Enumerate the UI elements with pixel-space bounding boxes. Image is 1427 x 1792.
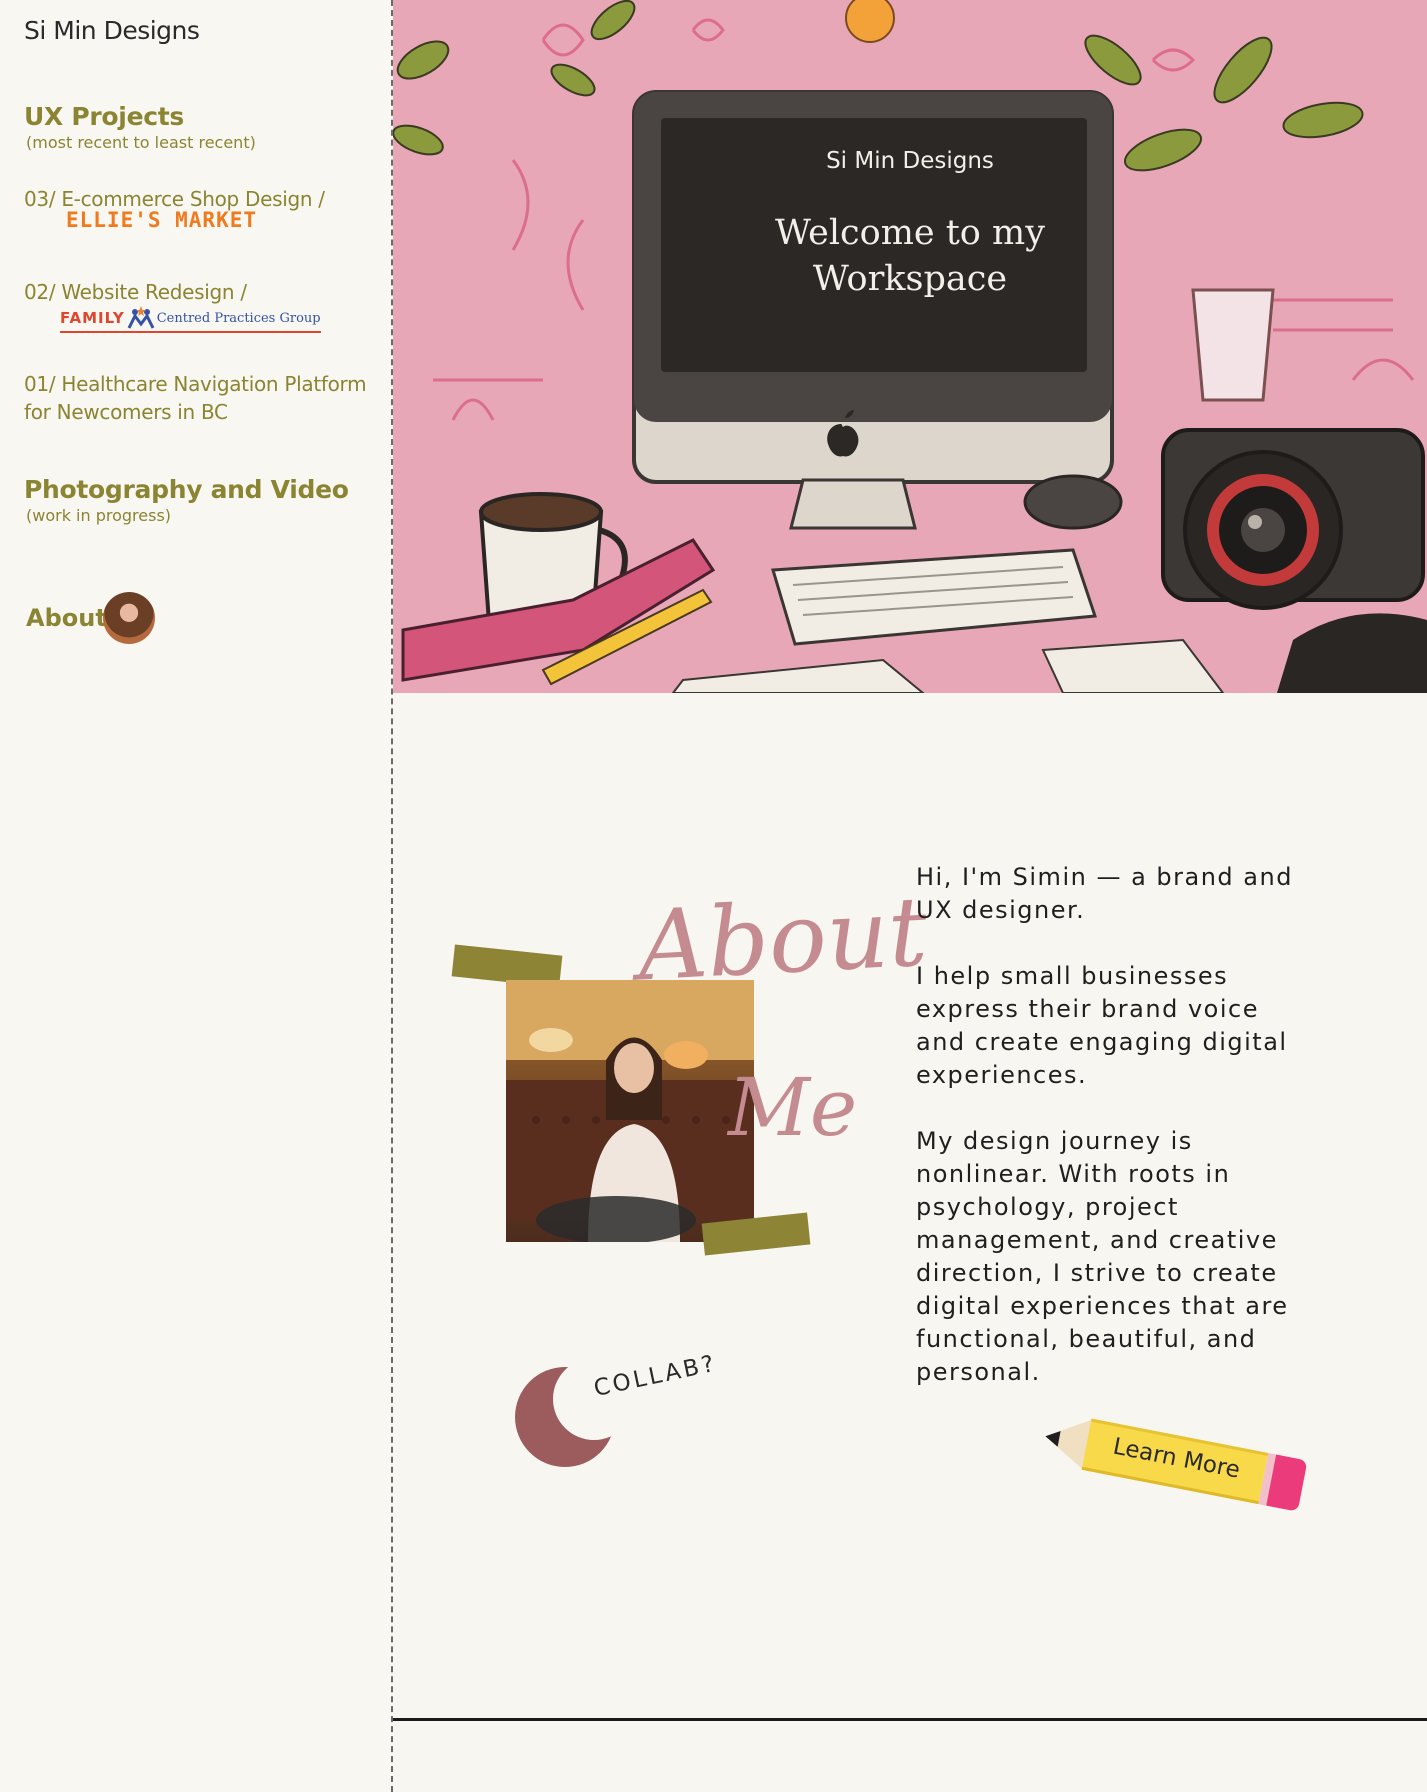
centred-practices-text: Centred Practices Group [156,310,321,326]
workspace-illustration [393,0,1427,693]
bio-paragraph: Hi, I'm Simin — a brand and UX designer. [916,863,1293,924]
profile-photo-illustration [506,980,754,1242]
sidebar: Si Min Designs UX Projects (most recent … [0,0,393,1792]
family-logo-text: FAMILY [60,309,125,327]
ux-projects-subtitle: (most recent to least recent) [26,133,256,152]
about-link[interactable]: About [26,604,107,632]
photography-subtitle: (work in progress) [26,506,172,525]
screen-brand: Si Min Designs [826,148,994,174]
bio-paragraph: My design journey is nonlinear. With roo… [916,1127,1289,1386]
ellies-market-logo[interactable]: ELLIE'S MARKET [66,208,257,232]
avatar[interactable] [103,592,155,644]
screen-title-line2: Workspace [812,259,1008,299]
site-brand[interactable]: Si Min Designs [24,16,200,45]
photography-video-link[interactable]: Photography and Video [24,475,349,504]
screen-title-line1: Welcome to my [775,213,1045,253]
hero-illustration: Si Min Designs Welcome to my Workspace [393,0,1427,693]
collab-link[interactable]: COLLAB? [592,1351,720,1402]
profile-photo [506,980,754,1242]
bio-paragraph: I help small businesses express their br… [916,962,1288,1089]
me-heading: Me [728,1061,858,1154]
pencil-lead [1043,1428,1061,1447]
family-logo-icon [127,306,155,329]
project-link-website-redesign[interactable]: 02/ Website Redesign / [24,278,384,306]
section-divider [393,1718,1427,1721]
ux-projects-heading[interactable]: UX Projects [24,102,184,131]
about-section: About Me COLLAB? Hi, I'm Simin — a brand… [393,693,1427,1718]
screen-welcome-title: Welcome to my Workspace [393,210,1427,302]
bio-text: Hi, I'm Simin — a brand and UX designer.… [916,861,1316,1422]
learn-more-button[interactable]: Learn More [1040,1407,1308,1516]
family-centred-logo[interactable]: FAMILY Centred Practices Group [60,306,321,333]
project-link-healthcare[interactable]: 01/ Healthcare Navigation Platform for N… [24,370,384,426]
